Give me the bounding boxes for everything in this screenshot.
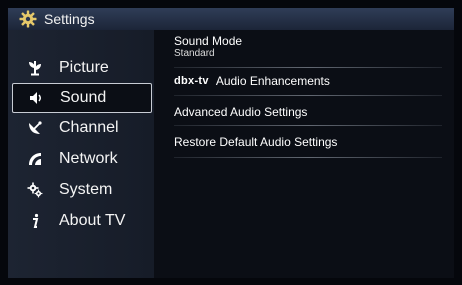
sidebar-item-label: Sound [60,89,107,106]
advanced-audio-label: Advanced Audio Settings [174,105,308,119]
gear-icon [18,9,38,29]
info-icon [26,212,44,230]
sidebar: Picture Sound Channel Network System Abo… [8,30,154,278]
restore-default-label: Restore Default Audio Settings [174,135,338,149]
sound-menu-panel: Sound Mode Standard dbx-tv Audio Enhance… [154,30,454,278]
satellite-dish-icon [26,119,44,137]
divider [174,67,442,68]
sidebar-item-label: System [59,181,113,198]
sidebar-item-label: Channel [59,119,119,136]
speaker-icon [27,89,45,107]
sound-mode-label: Sound Mode [174,34,243,48]
page-title: Settings [44,11,95,27]
dbx-tv-logo: dbx-tv [174,75,209,87]
network-icon [26,150,44,168]
sound-mode-setting[interactable]: Sound Mode Standard [174,34,442,68]
settings-window: Settings Picture Sound Channel Network S… [8,8,454,278]
sidebar-item-sound[interactable]: Sound [12,83,152,113]
system-gear-icon [26,181,44,199]
sidebar-item-system[interactable]: System [12,175,152,205]
sidebar-item-channel[interactable]: Channel [12,113,152,143]
sidebar-item-about-tv[interactable]: About TV [12,206,152,236]
restore-default-audio-settings[interactable]: Restore Default Audio Settings [174,130,442,158]
sidebar-item-label: Picture [59,59,109,76]
divider [174,125,442,126]
sound-mode-value: Standard [174,48,215,59]
divider [174,95,442,96]
sidebar-item-label: Network [59,150,118,167]
picture-icon [26,59,44,77]
audio-enhancements-setting[interactable]: dbx-tv Audio Enhancements [174,70,442,96]
advanced-audio-settings[interactable]: Advanced Audio Settings [174,100,442,126]
audio-enhancements-label: Audio Enhancements [215,74,330,88]
sidebar-item-picture[interactable]: Picture [12,53,152,83]
sidebar-item-label: About TV [59,212,126,229]
divider [174,157,442,158]
title-bar: Settings [8,8,454,30]
sidebar-item-network[interactable]: Network [12,144,152,174]
